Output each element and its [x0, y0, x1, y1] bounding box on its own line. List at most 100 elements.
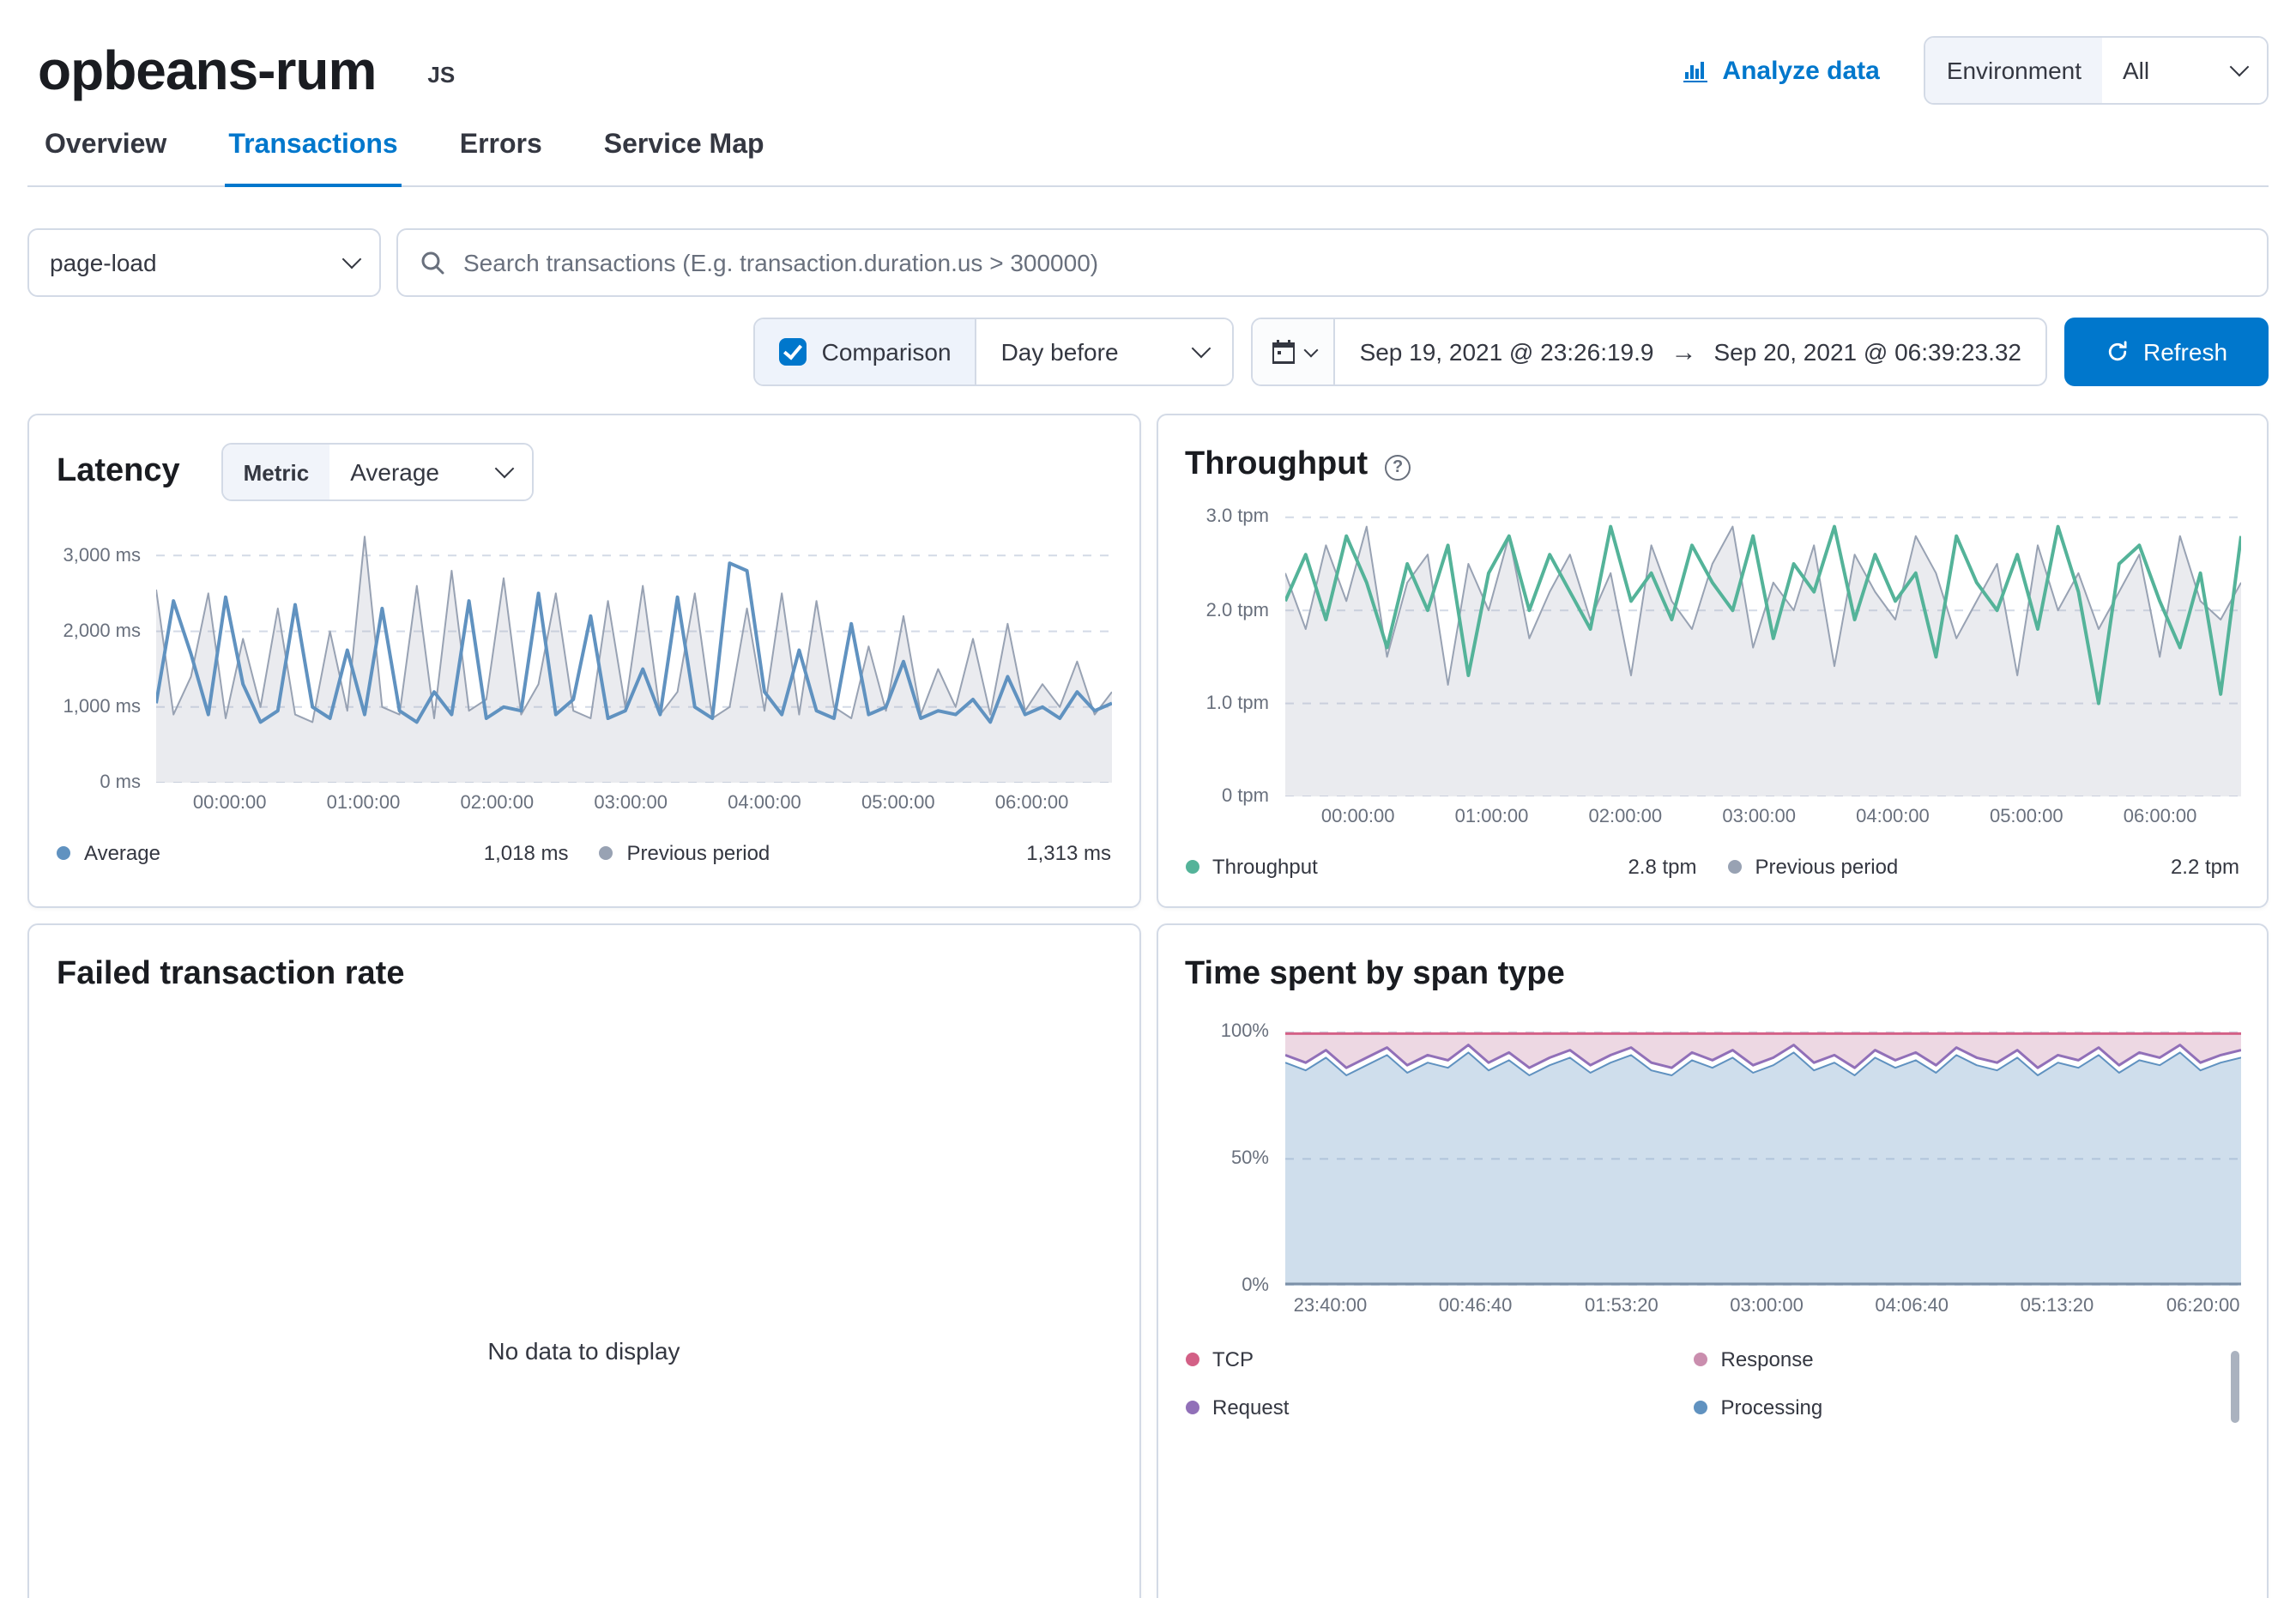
throughput-y-axis: 3.0 tpm2.0 tpm1.0 tpm0 tpm — [1185, 508, 1284, 796]
comparison-group: Comparison Day before — [753, 318, 1235, 386]
chevron-down-icon — [2230, 58, 2250, 77]
chevron-down-icon — [495, 459, 515, 479]
legend-dot-icon — [600, 846, 613, 860]
failed-rate-panel: Failed transaction rate No data to displ… — [27, 923, 1140, 1598]
date-end[interactable]: Sep 20, 2021 @ 06:39:23.32 — [1714, 338, 2022, 366]
tab-bar: Overview Transactions Errors Service Map — [27, 117, 2269, 187]
calendar-icon — [1271, 338, 1298, 366]
legend-dot-icon — [1185, 860, 1199, 874]
refresh-label: Refresh — [2143, 338, 2227, 366]
apm-transactions-page: opbeans-rum JS Analyze data Environment … — [0, 0, 2296, 1598]
page-header: opbeans-rum JS Analyze data Environment … — [27, 0, 2269, 110]
latency-title: Latency — [57, 453, 180, 491]
tab-overview[interactable]: Overview — [41, 117, 170, 185]
arrow-right-icon: → — [1671, 337, 1697, 366]
checkbox-checked-icon[interactable] — [779, 338, 807, 366]
help-icon[interactable]: ? — [1385, 454, 1411, 480]
refresh-icon — [2106, 340, 2130, 364]
analyze-data-label: Analyze data — [1722, 56, 1879, 85]
refresh-button[interactable]: Refresh — [2064, 318, 2269, 386]
environment-value: All — [2123, 57, 2208, 84]
failed-rate-title: Failed transaction rate — [57, 956, 404, 994]
legend-item[interactable]: TCP — [1185, 1347, 1694, 1371]
legend-dot-icon — [1185, 1353, 1199, 1366]
tab-service-map[interactable]: Service Map — [601, 117, 768, 185]
chevron-down-icon — [342, 250, 362, 269]
legend-item[interactable]: Average 1,018 ms — [57, 841, 600, 865]
environment-filter: Environment All — [1924, 36, 2269, 105]
comparison-label: Comparison — [822, 338, 952, 366]
legend-value: 1,313 ms — [1026, 841, 1111, 865]
legend-dot-icon — [1694, 1401, 1707, 1414]
search-icon — [419, 249, 446, 276]
page-title: opbeans-rum — [38, 39, 376, 102]
span-type-legend: TCP Response Request Processing — [1185, 1347, 2239, 1419]
legend-scrollbar[interactable] — [2231, 1351, 2239, 1423]
legend-dot-icon — [1694, 1353, 1707, 1366]
filter-bar: page-load — [27, 228, 2269, 297]
analyze-data-link[interactable]: Analyze data — [1681, 56, 1879, 85]
date-range: Sep 19, 2021 @ 23:26:19.9 → Sep 20, 2021… — [1336, 319, 2045, 384]
tab-errors[interactable]: Errors — [456, 117, 546, 185]
comparison-checkbox[interactable]: Comparison — [755, 319, 976, 384]
legend-label: Response — [1721, 1347, 1814, 1371]
span-type-title: Time spent by span type — [1185, 956, 1565, 994]
environment-select[interactable]: All — [2102, 38, 2267, 103]
empty-state-text: No data to display — [57, 1337, 1111, 1365]
legend-item[interactable]: Previous period 1,313 ms — [600, 841, 1112, 865]
date-picker: Sep 19, 2021 @ 23:26:19.9 → Sep 20, 2021… — [1252, 318, 2047, 386]
throughput-chart: 3.0 tpm2.0 tpm1.0 tpm0 tpm 00:00:0001:00… — [1185, 508, 2239, 831]
legend-value: 2.2 tpm — [2171, 855, 2239, 879]
legend-item[interactable]: Request — [1185, 1395, 1694, 1419]
metric-label: Metric — [223, 445, 330, 499]
dashboard-panels: Latency Metric Average 3,000 ms2,000 ms1… — [27, 414, 2269, 1598]
transaction-type-value: page-load — [50, 249, 321, 276]
transaction-type-select[interactable]: page-load — [27, 228, 381, 297]
throughput-plot — [1284, 508, 2239, 796]
latency-metric-group: Metric Average — [221, 443, 535, 501]
legend-dot-icon — [1728, 860, 1742, 874]
throughput-x-axis: 00:00:0001:00:0002:00:0003:00:0004:00:00… — [1284, 796, 2239, 831]
span-type-y-axis: 100%50%0% — [1185, 1025, 1284, 1286]
legend-dot-icon — [57, 846, 70, 860]
throughput-panel: Throughput ? 3.0 tpm2.0 tpm1.0 tpm0 tpm … — [1156, 414, 2269, 908]
latency-legend: Average 1,018 ms Previous period 1,313 m… — [57, 841, 1111, 865]
chevron-down-icon — [1192, 339, 1211, 359]
legend-value: 1,018 ms — [484, 841, 569, 865]
legend-label: Throughput — [1212, 855, 1318, 879]
legend-item[interactable]: Processing — [1694, 1395, 2202, 1419]
latency-plot — [156, 525, 1111, 783]
latency-metric-select[interactable]: Average — [329, 445, 532, 499]
comparison-value: Day before — [1001, 338, 1171, 366]
environment-label: Environment — [1926, 38, 2102, 103]
date-start[interactable]: Sep 19, 2021 @ 23:26:19.9 — [1360, 338, 1654, 366]
latency-panel: Latency Metric Average 3,000 ms2,000 ms1… — [27, 414, 1140, 908]
legend-dot-icon — [1185, 1401, 1199, 1414]
span-type-chart: 100%50%0% 23:40:0000:46:4001:53:2003:00:… — [1185, 1025, 2239, 1320]
latency-x-axis: 00:00:0001:00:0002:00:0003:00:0004:00:00… — [156, 783, 1111, 817]
legend-label: Average — [84, 841, 160, 865]
legend-label: Processing — [1721, 1395, 1823, 1419]
legend-label: Previous period — [1755, 855, 1899, 879]
agent-badge: JS — [427, 61, 455, 87]
search-input[interactable] — [460, 230, 2246, 295]
legend-item[interactable]: Response — [1694, 1347, 2202, 1371]
legend-label: TCP — [1212, 1347, 1254, 1371]
span-type-panel: Time spent by span type 100%50%0% 23:40:… — [1156, 923, 2269, 1598]
legend-label: Previous period — [627, 841, 770, 865]
search-bar[interactable] — [396, 228, 2269, 297]
latency-metric-value: Average — [350, 458, 474, 486]
legend-item[interactable]: Throughput 2.8 tpm — [1185, 855, 1728, 879]
legend-item[interactable]: Previous period 2.2 tpm — [1728, 855, 2240, 879]
time-controls: Comparison Day before Sep 19, 2021 @ 23:… — [27, 318, 2269, 386]
date-picker-menu-button[interactable] — [1254, 319, 1336, 384]
latency-chart: 3,000 ms2,000 ms1,000 ms0 ms 00:00:0001:… — [57, 525, 1111, 817]
comparison-select[interactable]: Day before — [976, 319, 1233, 384]
span-type-x-axis: 23:40:0000:46:4001:53:2003:00:0004:06:40… — [1284, 1286, 2239, 1320]
legend-value: 2.8 tpm — [1628, 855, 1696, 879]
tab-transactions[interactable]: Transactions — [225, 117, 401, 185]
legend-label: Request — [1212, 1395, 1289, 1419]
throughput-legend: Throughput 2.8 tpm Previous period 2.2 t… — [1185, 855, 2239, 879]
analyze-chart-icon — [1681, 57, 1708, 84]
chevron-down-icon — [1304, 343, 1319, 358]
